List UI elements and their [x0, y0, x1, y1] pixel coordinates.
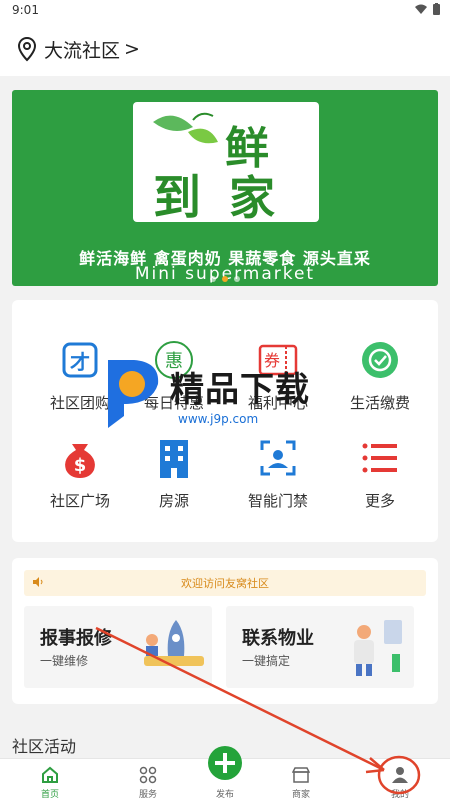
location-pin-icon: [17, 36, 37, 62]
plus-icon: [215, 753, 235, 773]
service-label: 福利中心: [247, 394, 308, 412]
carousel-dot-active[interactable]: [222, 276, 228, 282]
community-name: 大流社区: [44, 39, 121, 62]
list-icon: [358, 436, 402, 480]
status-time: 9:01: [12, 3, 39, 17]
service-bill-payment[interactable]: 生活缴费: [330, 338, 430, 413]
face-scan-icon: [256, 436, 300, 480]
coupon-icon: 券: [256, 338, 300, 382]
publish-button[interactable]: [208, 746, 242, 780]
carousel-dot[interactable]: [210, 276, 216, 282]
service-housing[interactable]: 房源: [124, 436, 224, 511]
tab-services[interactable]: 服务: [108, 759, 188, 800]
service-label: 更多: [364, 492, 395, 510]
community-activities-title: 社区活动: [12, 737, 77, 756]
promo-banner[interactable]: 鲜 到 家 鲜活海鲜 禽蛋肉奶 果蔬零食 源头直采 Mini supermark…: [12, 90, 438, 286]
contact-property-title: 联系物业: [242, 628, 314, 649]
status-bar: 9:01: [0, 0, 450, 22]
contact-property-card[interactable]: 联系物业 一键搞定: [226, 606, 414, 688]
tab-label: 我的: [390, 790, 409, 800]
tab-label: 商家: [291, 790, 310, 800]
service-welfare[interactable]: 券 福利中心: [228, 338, 328, 413]
report-repair-subtitle: 一键维修: [40, 654, 89, 668]
service-label: 房源: [158, 492, 189, 510]
carousel-dot[interactable]: [234, 276, 240, 282]
tab-merchants[interactable]: 商家: [261, 759, 341, 800]
service-daily-deals[interactable]: 惠 每日特惠: [124, 338, 224, 413]
tab-label: 发布: [215, 790, 234, 800]
grid-icon: [139, 766, 157, 784]
status-icons: [415, 3, 440, 15]
home-icon: [42, 766, 58, 783]
chevron-right-icon: >: [124, 38, 140, 60]
money-bag-icon: $: [58, 436, 102, 480]
community-selector[interactable]: 大流社区 >: [0, 22, 450, 76]
tab-home[interactable]: 首页: [10, 759, 90, 800]
svg-text:才: 才: [70, 350, 90, 374]
payment-icon: [358, 338, 402, 382]
wifi-icon: [415, 4, 427, 14]
service-group-buy[interactable]: 才 社区团购: [30, 338, 130, 413]
services-grid: 才 社区团购 惠 每日特惠 券 福利中心 生活缴费 $ 社区广场 房源 智能门禁…: [12, 300, 438, 542]
svg-text:券: 券: [264, 351, 280, 370]
contact-property-subtitle: 一键搞定: [242, 654, 291, 668]
service-label: 每日特惠: [143, 394, 204, 412]
notice-text: 欢迎访问友窝社区: [181, 577, 269, 590]
rocket-illustration-icon: [144, 620, 204, 666]
building-icon: [152, 436, 196, 480]
discount-icon: 惠: [152, 338, 196, 382]
tab-label: 服务: [138, 790, 157, 800]
store-icon: [292, 767, 310, 783]
tab-mine[interactable]: 我的: [360, 759, 440, 800]
person-icon: [392, 767, 408, 783]
service-label: 生活缴费: [349, 394, 410, 412]
tab-label: 首页: [40, 790, 59, 800]
report-repair-title: 报事报修: [40, 628, 112, 649]
svg-text:惠: 惠: [165, 351, 183, 372]
battery-icon: [433, 3, 440, 15]
service-plaza[interactable]: $ 社区广场: [30, 436, 130, 511]
service-more[interactable]: 更多: [330, 436, 430, 511]
logo-char-jia: 家: [229, 171, 275, 225]
service-label: 社区广场: [49, 492, 110, 510]
svg-text:$: $: [74, 455, 87, 476]
report-repair-card[interactable]: 报事报修 一键维修: [24, 606, 212, 688]
staff-illustration-icon: [354, 620, 402, 676]
brand-logo: 鲜 到 家: [133, 102, 319, 226]
logo-char-dao: 到: [153, 170, 202, 226]
service-label: 智能门禁: [247, 492, 308, 510]
notice-bar[interactable]: 欢迎访问友窝社区: [24, 570, 426, 596]
group-buy-icon: 才: [58, 338, 102, 382]
service-label: 社区团购: [49, 394, 110, 412]
carousel-dots: [210, 276, 240, 282]
service-smart-access[interactable]: 智能门禁: [228, 436, 328, 511]
feature-card: 欢迎访问友窝社区 报事报修 一键维修 联系物业 一键搞定: [12, 558, 438, 704]
